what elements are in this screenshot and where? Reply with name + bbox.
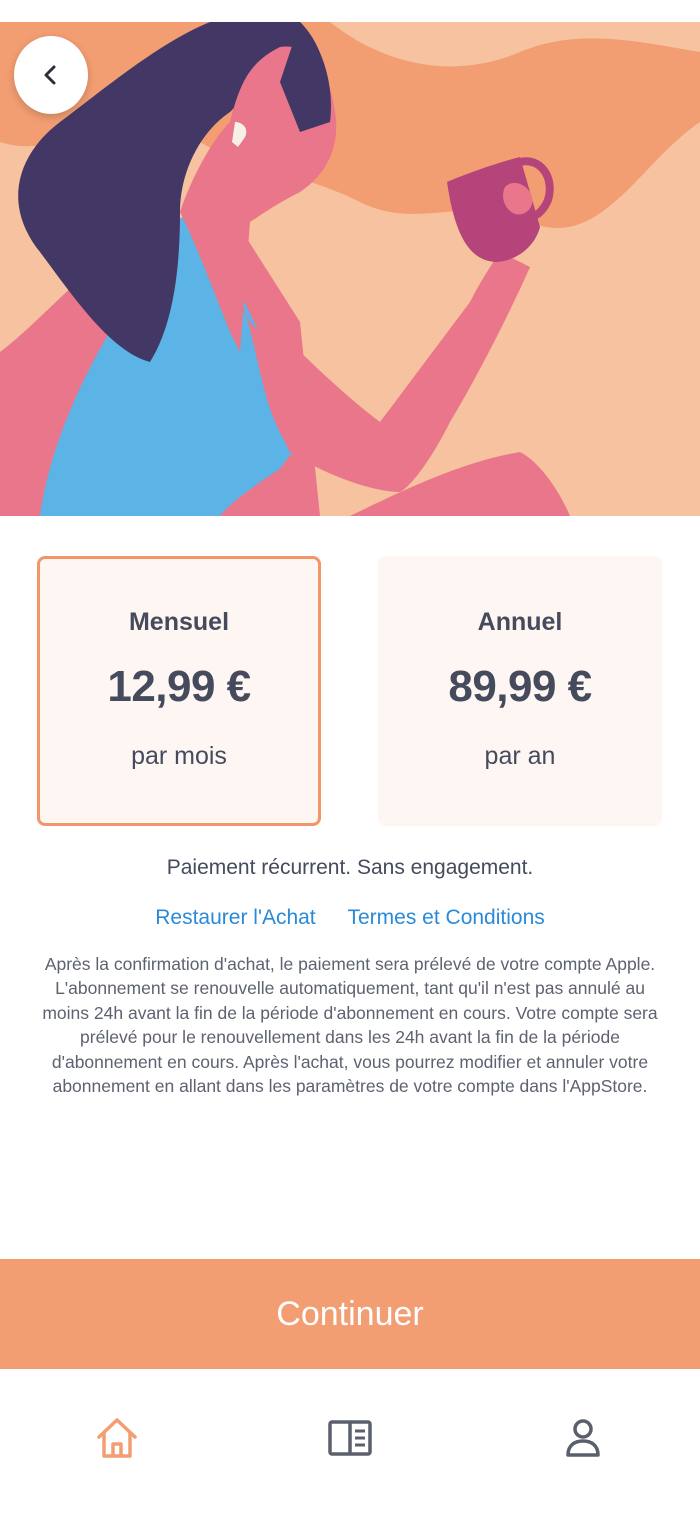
back-button[interactable]	[14, 36, 88, 114]
tab-home[interactable]	[92, 1413, 142, 1463]
recurring-payment-note: Paiement récurrent. Sans engagement.	[166, 856, 534, 879]
legal-links: Restaurer l'Achat Termes et Conditions	[0, 906, 700, 930]
reader-icon	[328, 1420, 372, 1456]
plan-period: par an	[484, 742, 556, 770]
home-icon	[97, 1418, 137, 1458]
woman-drinking-coffee-illustration	[0, 22, 700, 516]
subscription-legal-text: Après la confirmation d'achat, le paieme…	[42, 954, 658, 1097]
plan-price: 89,99 €	[448, 662, 592, 711]
terms-conditions-link[interactable]: Termes et Conditions	[348, 906, 545, 929]
tab-reader[interactable]	[325, 1413, 375, 1463]
plan-period: par mois	[131, 742, 227, 770]
chevron-left-icon	[44, 65, 56, 85]
restore-purchase-link[interactable]: Restaurer l'Achat	[155, 906, 315, 929]
plan-card-monthly[interactable]: Mensuel 12,99 € par mois	[37, 556, 321, 826]
continue-button[interactable]: Continuer	[0, 1259, 700, 1369]
tab-profile[interactable]	[558, 1413, 608, 1463]
bottom-tab-bar	[0, 1369, 700, 1515]
plan-card-annual[interactable]: Annuel 89,99 € par an	[378, 556, 662, 826]
hero-illustration	[0, 22, 700, 516]
plan-name: Annuel	[477, 608, 563, 636]
plan-name: Mensuel	[128, 608, 230, 636]
profile-icon	[566, 1419, 600, 1457]
plan-price: 12,99 €	[107, 662, 251, 711]
